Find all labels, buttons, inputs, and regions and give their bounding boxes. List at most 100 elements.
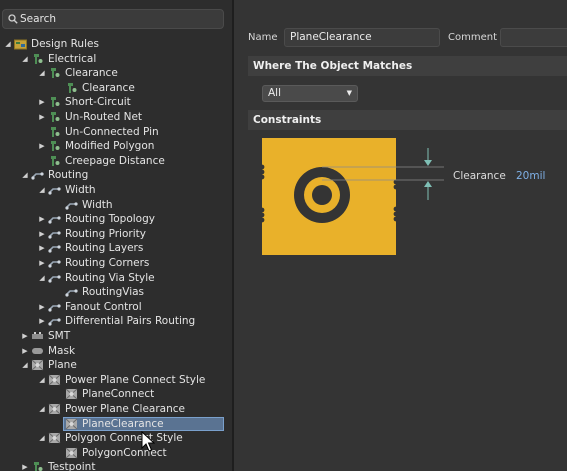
tree-item-label: PlaneConnect <box>82 388 155 401</box>
tree-item[interactable]: Un-Connected Pin <box>0 125 232 140</box>
expand-arrow-right-icon[interactable]: ▶ <box>21 344 29 359</box>
expand-arrow-down-icon[interactable]: ◢ <box>38 431 46 446</box>
tree-item[interactable]: Clearance <box>0 81 232 96</box>
expand-arrow-right-icon[interactable]: ▶ <box>38 95 46 110</box>
search-icon <box>8 14 18 24</box>
expand-arrow-down-icon[interactable]: ◢ <box>21 168 29 183</box>
tree-item-label: Polygon Connect Style <box>65 432 183 445</box>
search-input[interactable] <box>20 11 220 27</box>
expand-arrow-down-icon[interactable]: ◢ <box>21 358 29 373</box>
unconnected-pin-rule-icon <box>48 126 61 138</box>
differential-pairs-icon <box>48 315 61 327</box>
expand-arrow-right-icon[interactable]: ▶ <box>38 212 46 227</box>
tree-item-label: Electrical <box>48 52 97 65</box>
tree-item[interactable]: ◢ Electrical <box>0 52 232 67</box>
dimension-arrow-up-icon <box>424 181 432 187</box>
tree-item[interactable]: PlaneConnect <box>0 387 232 402</box>
expand-arrow-right-icon[interactable]: ▶ <box>38 227 46 242</box>
tree-item[interactable]: ◢ Polygon Connect Style <box>0 431 232 446</box>
expand-arrow-right-icon[interactable]: ▶ <box>38 110 46 125</box>
expand-arrow-down-icon[interactable]: ◢ <box>38 373 46 388</box>
comment-field[interactable] <box>500 28 567 47</box>
tree-item-label: Un-Connected Pin <box>65 125 159 138</box>
comment-label: Comment <box>448 32 497 43</box>
name-label: Name <box>248 32 278 43</box>
tree-item[interactable]: ◢ Width <box>0 183 232 198</box>
tree-item[interactable]: ◢ Clearance <box>0 66 232 81</box>
tree-item-label: Clearance <box>65 67 118 80</box>
tree-item-label: Power Plane Connect Style <box>65 373 206 386</box>
power-plane-clearance-icon <box>48 403 61 415</box>
tree-item-label: Width <box>65 184 96 196</box>
tree-item[interactable]: ◢ Power Plane Clearance <box>0 402 232 417</box>
routing-priority-icon <box>48 228 61 240</box>
width-rule-icon <box>65 199 78 211</box>
width-rule-icon <box>48 184 61 196</box>
expand-arrow-right-icon[interactable]: ▶ <box>38 241 46 256</box>
search-box[interactable] <box>2 9 224 29</box>
polygon-connect-style-icon <box>48 432 61 444</box>
expand-arrow-down-icon[interactable]: ◢ <box>21 52 29 67</box>
expand-arrow-right-icon[interactable]: ▶ <box>38 314 46 329</box>
tree-item[interactable]: ◢ Routing Via Style <box>0 271 232 286</box>
tree-item[interactable]: ◢ Routing <box>0 168 232 183</box>
design-rules-icon <box>14 38 27 50</box>
plane-rule-icon <box>31 359 44 371</box>
tree-item[interactable]: ▶ Routing Topology <box>0 212 232 227</box>
mask-rule-icon <box>31 345 44 357</box>
match-scope-dropdown[interactable]: All ▼ <box>262 85 358 102</box>
tree-item[interactable]: ▶ Fanout Control <box>0 300 232 315</box>
tree-item-label: Power Plane Clearance <box>65 403 186 415</box>
tree-item-label: Width <box>82 198 113 211</box>
tree-item[interactable]: ◢ Plane <box>0 358 232 373</box>
tree-item[interactable]: ▶ SMT <box>0 329 232 344</box>
tree-item[interactable]: ▶ Modified Polygon <box>0 139 232 154</box>
expand-arrow-down-icon[interactable]: ◢ <box>38 402 46 417</box>
clearance-value[interactable]: 20mil <box>516 170 545 182</box>
tree-item[interactable]: ▶ Routing Layers <box>0 241 232 256</box>
expand-arrow-down-icon[interactable]: ◢ <box>4 37 12 52</box>
unrouted-net-rule-icon <box>48 111 61 123</box>
expand-arrow-down-icon[interactable]: ◢ <box>38 271 46 286</box>
expand-arrow-right-icon[interactable]: ▶ <box>21 329 29 344</box>
tree-item[interactable]: ▶ Routing Priority <box>0 227 232 242</box>
tree-item[interactable]: RoutingVias <box>0 285 232 300</box>
tree-item[interactable]: Width <box>0 198 232 213</box>
tree-item[interactable]: ▶ Testpoint <box>0 460 232 471</box>
tree-item[interactable]: ▶ Differential Pairs Routing <box>0 314 232 329</box>
routing-corners-icon <box>48 257 61 269</box>
creepage-rule-icon <box>48 155 61 167</box>
expand-arrow-right-icon[interactable]: ▶ <box>38 139 46 154</box>
tree-item[interactable]: ▶ Short-Circuit <box>0 95 232 110</box>
tree-item-label: Routing Priority <box>65 227 146 240</box>
tree-item-label: SMT <box>48 330 71 342</box>
expand-arrow-right-icon[interactable]: ▶ <box>38 300 46 315</box>
dropdown-caret-icon: ▼ <box>346 89 352 97</box>
expand-arrow-right-icon[interactable]: ▶ <box>38 256 46 271</box>
tree-item[interactable]: ▶ Mask <box>0 344 232 359</box>
match-scope-value: All <box>268 87 282 99</box>
tree-item-label: Design Rules <box>31 38 99 50</box>
polygon-connect-icon <box>65 447 78 459</box>
tree-item[interactable]: ▶ Routing Corners <box>0 256 232 271</box>
expand-arrow-down-icon[interactable]: ◢ <box>38 66 46 81</box>
tree-item[interactable]: PolygonConnect <box>0 446 232 461</box>
tree-item[interactable]: PlaneClearance <box>63 416 224 432</box>
rule-name-field[interactable]: PlaneClearance <box>284 28 440 47</box>
routing-vias-icon <box>65 286 78 298</box>
expand-arrow-right-icon[interactable]: ▶ <box>21 460 29 471</box>
plane-connect-icon <box>65 388 78 400</box>
expand-arrow-down-icon[interactable]: ◢ <box>38 183 46 198</box>
clearance-label: Clearance <box>453 170 506 182</box>
tree-item[interactable]: Creepage Distance <box>0 154 232 169</box>
plane-clearance-diagram <box>262 138 444 255</box>
tree-item[interactable]: ◢ Power Plane Connect Style <box>0 373 232 388</box>
tree-item-label: Differential Pairs Routing <box>65 315 196 328</box>
tree-item-label: Modified Polygon <box>65 140 155 153</box>
dimension-arrow-down-icon <box>424 160 432 166</box>
routing-via-style-icon <box>48 272 61 284</box>
fanout-control-icon <box>48 301 61 313</box>
tree-item[interactable]: ◢ Design Rules <box>0 37 232 52</box>
tree-item[interactable]: ▶ Un-Routed Net <box>0 110 232 125</box>
testpoint-rule-icon <box>31 461 44 471</box>
